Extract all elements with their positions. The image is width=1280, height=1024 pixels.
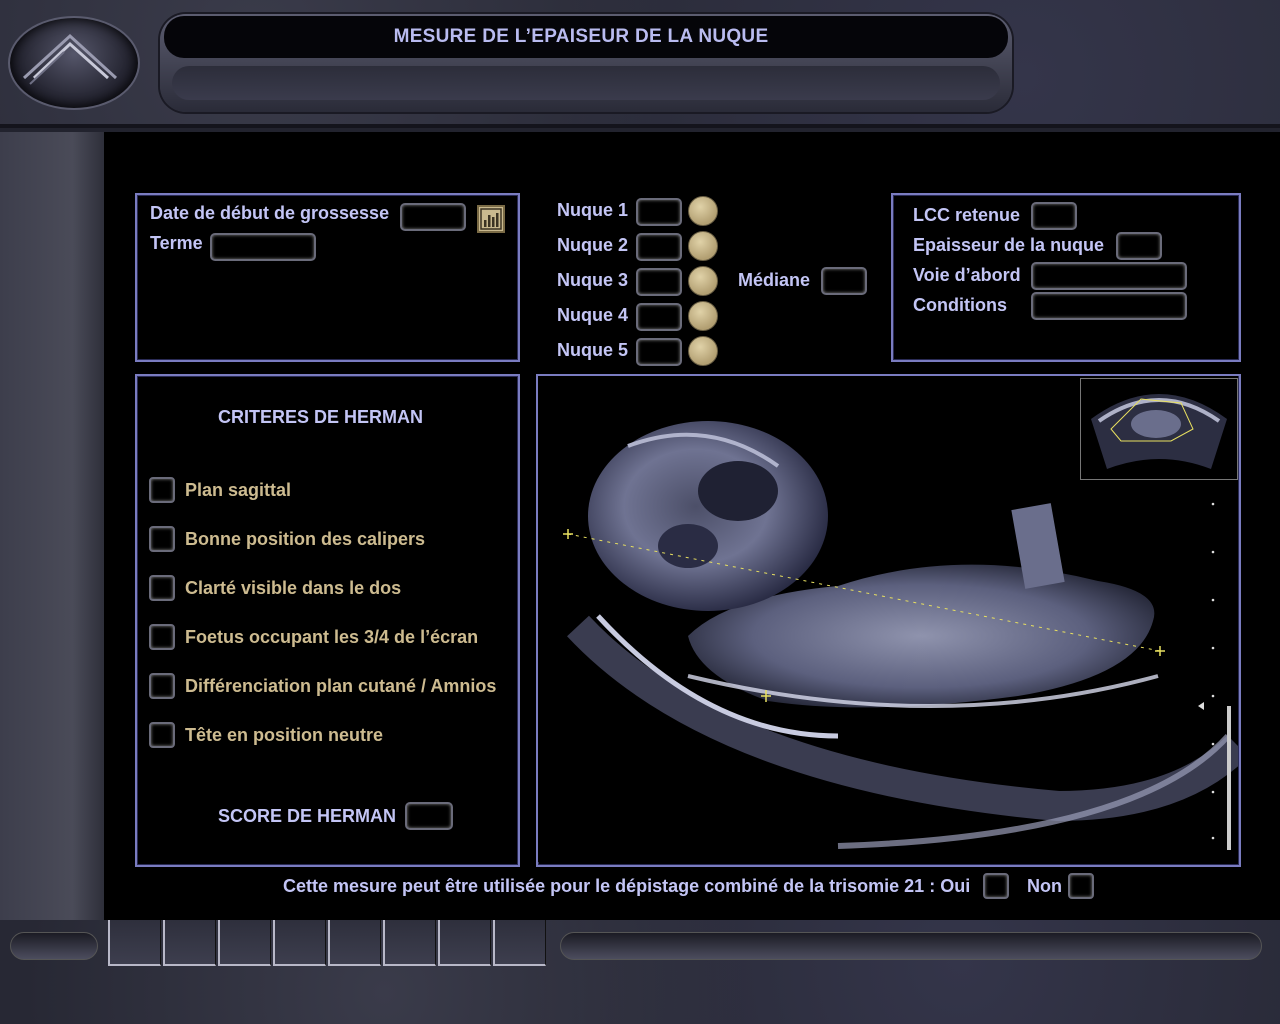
criterion-label-5: Différenciation plan cutané / Amnios — [185, 676, 497, 696]
nuque-field-1[interactable] — [636, 198, 682, 226]
mediane-field[interactable] — [821, 267, 867, 295]
page-title: MESURE DE L’EPAISEUR DE LA NUQUE — [393, 26, 769, 47]
app-logo — [8, 16, 140, 110]
epaisseur-field[interactable] — [1116, 232, 1162, 260]
criterion-checkbox-3[interactable] — [149, 575, 175, 601]
nav-tab-3[interactable] — [218, 920, 271, 966]
term-field[interactable] — [210, 233, 316, 261]
nuque-measure-button-5[interactable] — [688, 336, 718, 366]
criterion-label-6: Tête en position neutre — [185, 725, 384, 745]
conditions-field[interactable] — [1031, 292, 1187, 320]
criterion-checkbox-4[interactable] — [149, 624, 175, 650]
mediane-label: Médiane — [738, 270, 811, 290]
criterion-label-1: Plan sagittal — [185, 480, 292, 500]
title-bar: MESURE DE L’EPAISEUR DE LA NUQUE — [164, 16, 1008, 58]
screening-question: Cette mesure peut être utilisée pour le … — [283, 876, 971, 896]
voie-label: Voie d’abord — [913, 265, 1021, 285]
nav-tab-1[interactable] — [108, 920, 161, 966]
herman-panel — [135, 374, 520, 867]
nuque-label-1: Nuque 1 — [557, 200, 629, 220]
bottom-left-pill — [10, 932, 98, 960]
criterion-checkbox-2[interactable] — [149, 526, 175, 552]
nuque-measure-button-2[interactable] — [688, 231, 718, 261]
criterion-label-4: Foetus occupant les 3/4 de l’écran — [185, 627, 479, 647]
score-field[interactable] — [405, 802, 453, 830]
criterion-checkbox-6[interactable] — [149, 722, 175, 748]
criterion-label-2: Bonne position des calipers — [185, 529, 426, 549]
nav-tab-4[interactable] — [273, 920, 326, 966]
nuque-field-3[interactable] — [636, 268, 682, 296]
lcc-field[interactable] — [1031, 202, 1077, 230]
nuque-label-2: Nuque 2 — [557, 235, 629, 255]
term-label: Terme — [150, 233, 203, 253]
conditions-label: Conditions — [913, 295, 1007, 315]
non-label: Non — [1027, 876, 1062, 896]
criterion-checkbox-5[interactable] — [149, 673, 175, 699]
subtitle-bar — [172, 66, 1000, 100]
herman-title: CRITERES DE HERMAN — [218, 407, 424, 427]
start-date-field[interactable] — [400, 203, 466, 231]
oui-checkbox[interactable] — [983, 873, 1009, 899]
nav-tab-2[interactable] — [163, 920, 216, 966]
nuque-label-3: Nuque 3 — [557, 270, 629, 290]
epaisseur-label: Epaisseur de la nuque — [913, 235, 1105, 255]
ultrasound-thumbnail[interactable] — [1080, 378, 1238, 480]
left-rail — [0, 132, 104, 920]
nuque-label-4: Nuque 4 — [557, 305, 629, 325]
nav-tab-6[interactable] — [383, 920, 436, 966]
nuque-field-2[interactable] — [636, 233, 682, 261]
nuque-measure-button-3[interactable] — [688, 266, 718, 296]
non-checkbox[interactable] — [1068, 873, 1094, 899]
start-date-label: Date de début de grossesse — [150, 203, 390, 223]
mountain-logo-icon — [22, 33, 118, 85]
nav-tab-8[interactable] — [493, 920, 546, 966]
bar-chart-button[interactable] — [477, 205, 505, 233]
score-label: SCORE DE HERMAN — [218, 806, 397, 826]
nav-tab-7[interactable] — [438, 920, 491, 966]
nuque-measure-button-1[interactable] — [688, 196, 718, 226]
criterion-label-3: Clarté visible dans le dos — [185, 578, 402, 598]
nuque-label-5: Nuque 5 — [557, 340, 629, 360]
bottom-right-pill — [560, 932, 1262, 960]
bar-chart-icon — [480, 208, 502, 230]
voie-field[interactable] — [1031, 262, 1187, 290]
nuque-measure-button-4[interactable] — [688, 301, 718, 331]
criterion-checkbox-1[interactable] — [149, 477, 175, 503]
nav-tab-5[interactable] — [328, 920, 381, 966]
nuque-field-4[interactable] — [636, 303, 682, 331]
lcc-label: LCC retenue — [913, 205, 1021, 225]
nuque-field-5[interactable] — [636, 338, 682, 366]
